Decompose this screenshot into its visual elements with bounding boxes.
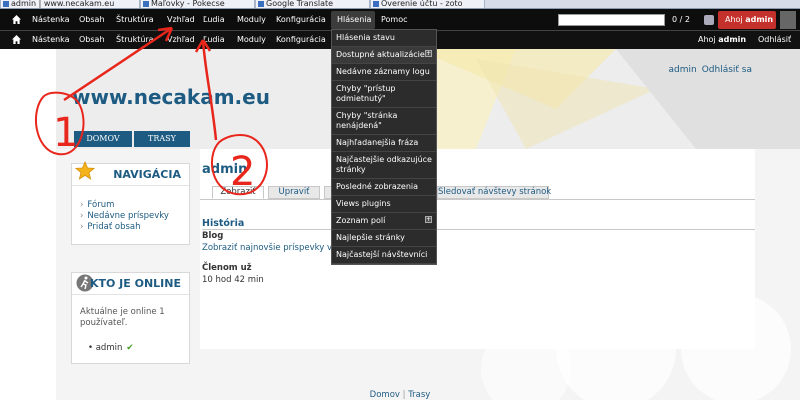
- reports-dropdown-menu: Hlásenia stavu Dostupné aktualizácie + Ne…: [331, 29, 437, 265]
- admin-toolbar: Nástenka Obsah Štruktúra Vzhľad Ľudia Mo…: [0, 9, 800, 31]
- member-since-label: Členom už: [202, 263, 252, 273]
- toolbar-item-content[interactable]: Obsah: [79, 9, 105, 31]
- browser-tab-strip: admin | www.necakam.eu Maľovky - Pokecse…: [0, 0, 800, 9]
- expand-plus-icon[interactable]: +: [425, 50, 432, 57]
- nav-link-recent-posts[interactable]: Nedávne príspevky: [80, 211, 189, 222]
- user-menu-button[interactable]: Ahoj admin: [718, 11, 776, 29]
- site-name[interactable]: www.necakam.eu: [72, 85, 270, 109]
- header-logout-link[interactable]: Odhlásiť sa: [702, 65, 752, 75]
- main-content: admin Zobraziť Upraviť Sledovať návštevy…: [200, 149, 755, 349]
- browser-tab[interactable]: Maľovky - Pokecse: [140, 0, 255, 8]
- tab-edit[interactable]: Upraviť: [268, 186, 320, 199]
- toolbar2-item-appearance[interactable]: Vzhľad: [167, 31, 195, 49]
- online-user-link[interactable]: admin: [96, 343, 123, 353]
- users-icon[interactable]: [704, 15, 714, 25]
- footer-link-routes[interactable]: Trasy: [408, 390, 430, 400]
- toolbar-item-dashboard[interactable]: Nástenka: [32, 9, 70, 31]
- toolbar2-item-structure[interactable]: Štruktúra: [116, 31, 154, 49]
- navigation-block-header: NAVIGÁCIA: [72, 161, 189, 186]
- home-icon[interactable]: [12, 35, 21, 44]
- toolbar-item-appearance[interactable]: Vzhľad: [167, 9, 195, 31]
- menu-item-access-denied[interactable]: Chyby "prístup odmietnutý": [332, 81, 436, 108]
- toolbar-item-configuration[interactable]: Konfigurácia: [276, 9, 326, 31]
- browser-tab[interactable]: Google Translate: [255, 0, 370, 8]
- menu-item-top-visitors[interactable]: Najčastejší návštevníci: [332, 247, 436, 264]
- toolbar-item-structure[interactable]: Štruktúra: [116, 9, 154, 31]
- tab-divider: [200, 199, 755, 200]
- toolbar-item-reports[interactable]: Hlásenia: [337, 9, 371, 31]
- menu-item-top-referrers[interactable]: Najčastejšie odkazujúce stránky: [332, 152, 436, 179]
- menu-item-recent-hits[interactable]: Posledné zobrazenia: [332, 179, 436, 196]
- search-input[interactable]: [558, 14, 665, 26]
- nav-link-add-content[interactable]: Pridať obsah: [80, 222, 189, 233]
- menu-item-status-report[interactable]: Hlásenia stavu: [332, 30, 436, 47]
- online-count-text: Aktuálne je online 1 používateľ.: [80, 307, 165, 328]
- check-icon: ✔: [126, 343, 134, 353]
- toolbar2-item-dashboard[interactable]: Nástenka: [32, 31, 70, 49]
- who-online-block-header: KTO JE ONLINE: [72, 273, 189, 295]
- tab-view[interactable]: Zobraziť: [212, 186, 264, 199]
- tab-track-visits[interactable]: Sledovať návštevy stránok: [437, 186, 551, 199]
- navigation-list: Fórum Nedávne príspevky Pridať obsah: [72, 186, 189, 233]
- history-divider: [202, 229, 755, 230]
- footer-link-home[interactable]: Domov: [370, 390, 400, 400]
- favicon-icon: [258, 1, 264, 7]
- history-title: História: [202, 218, 245, 229]
- online-user-item: • admin ✔: [88, 343, 134, 353]
- member-since-value: 10 hod 42 min: [202, 275, 264, 285]
- site-footer: Domov | Trasy: [0, 390, 800, 400]
- menu-item-available-updates[interactable]: Dostupné aktualizácie +: [332, 47, 436, 64]
- toolbar2-item-configuration[interactable]: Konfigurácia: [276, 31, 326, 49]
- favicon-icon: [373, 1, 379, 7]
- nav-routes-button[interactable]: TRASY: [134, 131, 190, 147]
- footer-separator: |: [402, 390, 406, 400]
- toolbar-toggle-button[interactable]: [780, 11, 796, 29]
- toolbar2-item-modules[interactable]: Moduly: [237, 31, 266, 49]
- header-user-link[interactable]: admin: [668, 65, 696, 75]
- navigation-block: NAVIGÁCIA Fórum Nedávne príspevky Pridať…: [71, 161, 190, 245]
- toolbar2-item-content[interactable]: Obsah: [79, 31, 105, 49]
- navigation-block-title: NAVIGÁCIA: [113, 168, 181, 181]
- toolbar2-item-people[interactable]: Ľudia: [203, 31, 225, 49]
- menu-item-views-plugins[interactable]: Views plugins: [332, 196, 436, 213]
- blog-label: Blog: [202, 231, 224, 241]
- menu-item-page-not-found[interactable]: Chyby "stránka nenájdená": [332, 108, 436, 135]
- toolbar-item-help[interactable]: Pomoc: [381, 9, 408, 31]
- menu-item-recent-log[interactable]: Nedávne záznamy logu: [332, 64, 436, 81]
- favicon-icon: [3, 1, 9, 7]
- header-user-links: admin Odhlásiť sa: [663, 65, 752, 75]
- nav-link-forum[interactable]: Fórum: [80, 200, 189, 211]
- toolbar2-logout-link[interactable]: Odhlásiť: [758, 31, 791, 49]
- toolbar-item-modules[interactable]: Moduly: [237, 9, 266, 31]
- notification-counter: 0 / 2: [672, 15, 690, 24]
- browser-tab[interactable]: admin | www.necakam.eu: [0, 0, 140, 8]
- toolbar2-greeting[interactable]: Ahoj admin: [698, 31, 746, 49]
- nav-home-button[interactable]: DOMOV: [74, 131, 132, 147]
- toolbar-item-people[interactable]: Ľudia: [203, 9, 225, 31]
- page-title: admin: [202, 162, 248, 177]
- expand-plus-icon[interactable]: +: [425, 216, 432, 223]
- home-icon[interactable]: [12, 15, 21, 24]
- favicon-icon: [143, 1, 149, 7]
- menu-item-top-pages[interactable]: Najlepšie stránky: [332, 230, 436, 247]
- menu-item-top-search[interactable]: Najhľadanejšia fráza: [332, 135, 436, 152]
- who-online-block-title: KTO JE ONLINE: [89, 277, 181, 290]
- menu-item-field-list[interactable]: Zoznam polí +: [332, 213, 436, 230]
- star-icon: [75, 161, 95, 180]
- browser-tab[interactable]: Overenie účtu - zoto: [370, 0, 485, 8]
- who-online-block: KTO JE ONLINE Aktuálne je online 1 použí…: [71, 272, 190, 364]
